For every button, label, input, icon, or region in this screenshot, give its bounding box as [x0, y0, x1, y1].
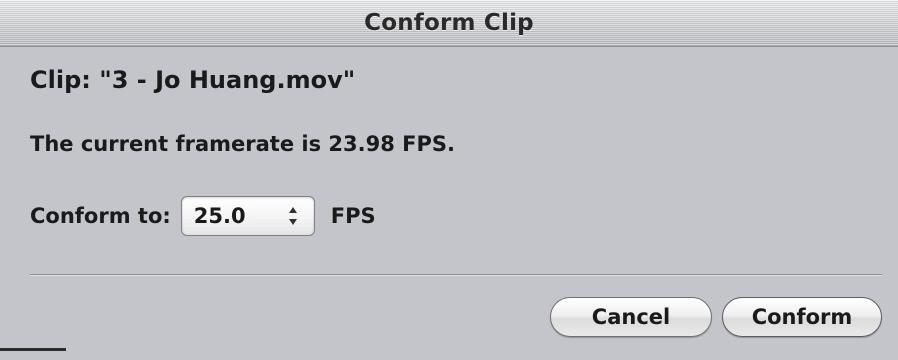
corner-mark: [0, 348, 66, 351]
dialog-title: Conform Clip: [364, 10, 534, 36]
separator-line: [30, 274, 882, 276]
clip-name-label: Clip: "3 - Jo Huang.mov": [30, 66, 356, 94]
conform-button[interactable]: Conform: [722, 297, 882, 337]
conform-framerate-value[interactable]: 25.0: [182, 204, 282, 228]
title-bar[interactable]: Conform Clip: [0, 0, 898, 47]
conform-to-label: Conform to:: [30, 204, 171, 228]
conform-to-row: Conform to: 25.0 FPS: [30, 194, 376, 238]
conform-framerate-stepper[interactable]: 25.0: [180, 196, 315, 236]
conform-clip-dialog: Conform Clip Clip: "3 - Jo Huang.mov" Th…: [0, 0, 898, 360]
up-down-arrows-icon[interactable]: [282, 197, 304, 235]
cancel-button[interactable]: Cancel: [550, 297, 712, 337]
fps-unit-label: FPS: [330, 204, 376, 228]
current-framerate-text: The current framerate is 23.98 FPS.: [30, 132, 455, 156]
